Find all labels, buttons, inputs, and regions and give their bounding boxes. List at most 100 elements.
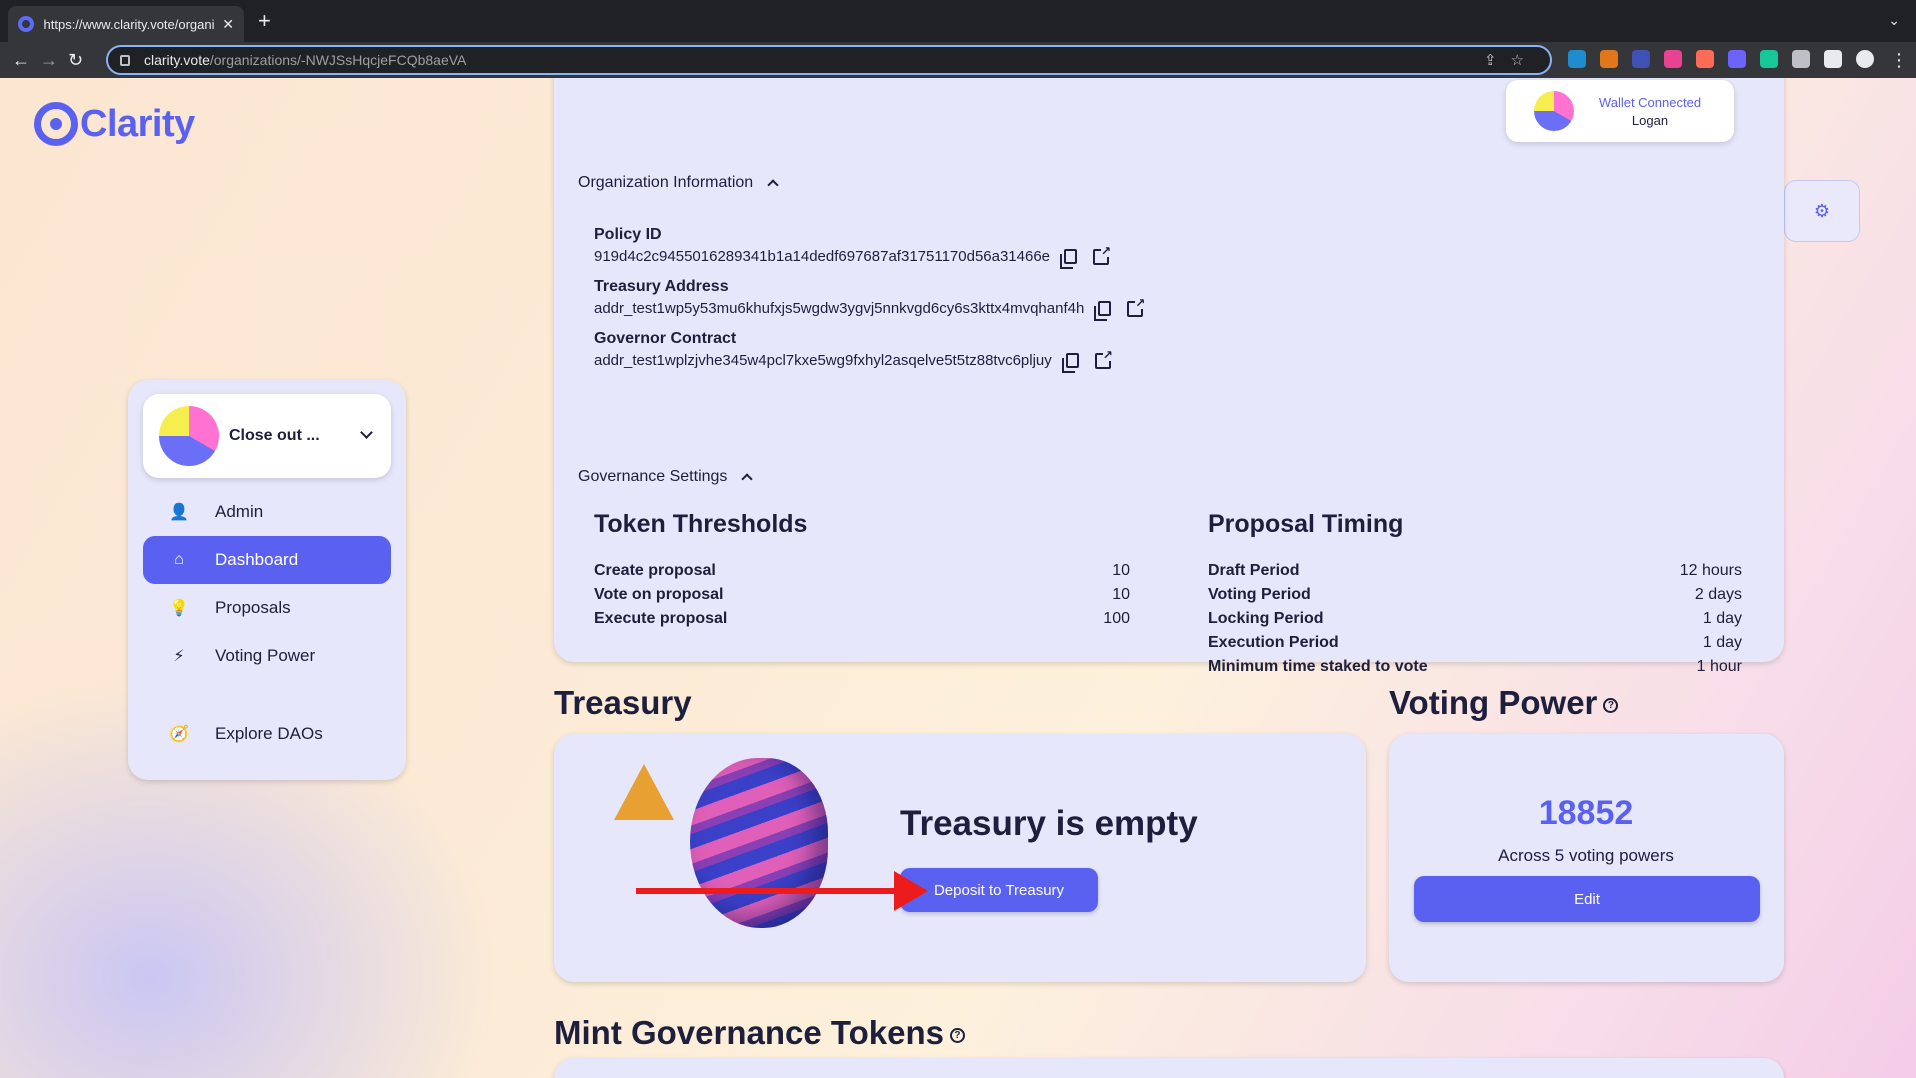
side-panel-icon[interactable] (1824, 50, 1842, 68)
share-and-bookmark-icons[interactable]: ⇪☆ (1484, 51, 1538, 69)
copy-icon[interactable] (1094, 301, 1112, 321)
lightning-icon: ⚡ (173, 648, 185, 665)
governor-contract-field: Governor Contract addr_test1wplzjvhe345w… (594, 330, 1113, 373)
extension-icons (1568, 50, 1874, 68)
treasury-card: Treasury is empty Deposit to Treasury (554, 734, 1366, 982)
reload-icon[interactable]: ↻ (68, 49, 83, 71)
wallet-user: Logan (1631, 112, 1669, 128)
timing-row: Draft Period 12 hours (1208, 562, 1742, 580)
timing-value: 12 hours (1679, 562, 1742, 579)
deposit-to-treasury-button[interactable]: Deposit to Treasury (900, 868, 1098, 912)
puzzle-icon[interactable] (1792, 50, 1810, 68)
threshold-label: Create proposal (594, 562, 716, 579)
extension-icon[interactable] (1728, 50, 1746, 68)
voting-power-heading: Voting Power? (1389, 684, 1619, 722)
policy-id-value: 919d4c2c9455016289341b1a14dedf697687af31… (594, 248, 1051, 265)
threshold-value: 100 (1103, 610, 1130, 627)
section-title: Organization Information (578, 174, 754, 191)
metamask-icon[interactable] (1600, 50, 1618, 68)
lock-icon (120, 54, 130, 66)
threshold-value: 10 (1112, 562, 1130, 579)
governance-settings-toggle[interactable]: Governance Settings (578, 468, 754, 486)
timing-label: Minimum time staked to vote (1208, 658, 1428, 675)
url-host: clarity.vote (144, 52, 210, 68)
address-bar[interactable]: clarity.vote/organizations/-NWJSsHqcjeFC… (106, 45, 1552, 75)
home-icon: ⌂ (174, 551, 184, 568)
mint-heading: Mint Governance Tokens? (554, 1014, 965, 1052)
policy-id-field: Policy ID 919d4c2c9455016289341b1a14dedf… (594, 226, 1112, 269)
lightbulb-icon: 💡 (169, 600, 189, 617)
clarity-favicon-icon (18, 16, 34, 32)
voting-power-amount: 18852 (1538, 794, 1634, 832)
browser-tab-strip: https://www.clarity.vote/organi ✕ + ⌄ (0, 0, 1916, 42)
timing-row: Locking Period 1 day (1208, 610, 1742, 628)
timing-label: Execution Period (1208, 634, 1339, 651)
timing-label: Draft Period (1208, 562, 1300, 579)
voting-power-card: 18852 Across 5 voting powers Edit (1389, 734, 1784, 982)
sidebar-item-label: Explore DAOs (215, 724, 323, 743)
proposal-timing-title: Proposal Timing (1208, 510, 1404, 538)
compass-icon: 🧭 (169, 726, 189, 743)
threshold-label: Execute proposal (594, 610, 728, 627)
logo-text: Clarity (80, 102, 195, 145)
tab-close-icon[interactable]: ✕ (222, 16, 234, 33)
extension-icon[interactable] (1568, 50, 1586, 68)
extension-icon[interactable] (1760, 50, 1778, 68)
tab-title: https://www.clarity.vote/organi (43, 16, 215, 32)
external-link-icon[interactable] (1093, 244, 1112, 265)
organization-information-toggle[interactable]: Organization Information (578, 174, 779, 192)
extension-icon[interactable] (1664, 50, 1682, 68)
clarity-logo[interactable]: Clarity (34, 102, 195, 146)
chevron-up-icon (767, 179, 779, 191)
section-title: Governance Settings (578, 468, 728, 485)
org-name: Close out ... (229, 427, 320, 444)
copy-icon[interactable] (1061, 353, 1079, 373)
copy-icon[interactable] (1060, 249, 1078, 269)
treasury-address-field: Treasury Address addr_test1wp5y53mu6khuf… (594, 278, 1146, 321)
url-path: /organizations/-NWJSsHqcjeFCQb8aeVA (209, 52, 467, 68)
policy-id-label: Policy ID (594, 226, 662, 243)
new-tab-button[interactable]: + (258, 10, 271, 32)
sidebar-item-explore-daos[interactable]: 🧭 Explore DAOs (143, 710, 391, 758)
wallet-status[interactable]: Wallet Connected Logan (1506, 80, 1734, 142)
treasury-address-label: Treasury Address (594, 278, 729, 295)
governor-contract-value: addr_test1wplzjvhe345w4pcl7kxe5wg9fxhyl2… (594, 352, 1052, 369)
help-icon[interactable]: ? (949, 1027, 965, 1043)
sidebar-item-admin[interactable]: 👤 Admin (143, 488, 391, 536)
gear-icon: ⚙ (1813, 200, 1831, 221)
forward-icon[interactable]: → (40, 49, 58, 71)
browser-toolbar: ← → ↻ clarity.vote/organizations/-NWJSsH… (0, 42, 1916, 78)
treasury-blob-image (690, 758, 828, 928)
extension-icon[interactable] (1632, 50, 1650, 68)
organization-selector[interactable]: Close out ... (143, 394, 391, 478)
external-link-icon[interactable] (1127, 296, 1146, 317)
threshold-value: 10 (1112, 586, 1130, 603)
browser-tab[interactable]: https://www.clarity.vote/organi ✕ (8, 6, 244, 42)
threshold-row: Create proposal 10 (594, 562, 1130, 580)
sidebar-item-voting-power[interactable]: ⚡ Voting Power (143, 632, 391, 680)
menu-icon[interactable]: ⋮ (1890, 49, 1908, 71)
edit-voting-power-button[interactable]: Edit (1414, 876, 1760, 922)
treasury-illustration (614, 758, 828, 928)
threshold-label: Vote on proposal (594, 586, 724, 603)
back-icon[interactable]: ← (12, 49, 30, 71)
extension-icon[interactable] (1696, 50, 1714, 68)
sidebar-item-proposals[interactable]: 💡 Proposals (143, 584, 391, 632)
org-avatar (159, 406, 219, 466)
person-icon: 👤 (169, 504, 189, 521)
sidebar-item-label: Admin (215, 502, 264, 521)
sidebar-item-dashboard[interactable]: ⌂ Dashboard (143, 536, 391, 584)
timing-value: 1 hour (1696, 658, 1742, 675)
timing-row: Minimum time staked to vote 1 hour (1208, 658, 1742, 676)
mint-heading-text: Mint Governance Tokens (554, 1014, 944, 1051)
treasury-empty-text: Treasury is empty (900, 804, 1198, 843)
settings-button[interactable]: ⚙ (1784, 180, 1860, 242)
help-icon[interactable]: ? (1603, 697, 1619, 713)
external-link-icon[interactable] (1094, 348, 1113, 369)
tab-search-chevron-icon[interactable]: ⌄ (1888, 12, 1900, 29)
profile-icon[interactable] (1856, 50, 1874, 68)
sidebar-item-label: Proposals (215, 598, 291, 617)
timing-value: 1 day (1702, 610, 1742, 627)
governor-contract-label: Governor Contract (594, 330, 737, 347)
wallet-status-text: Wallet Connected (1598, 94, 1702, 110)
